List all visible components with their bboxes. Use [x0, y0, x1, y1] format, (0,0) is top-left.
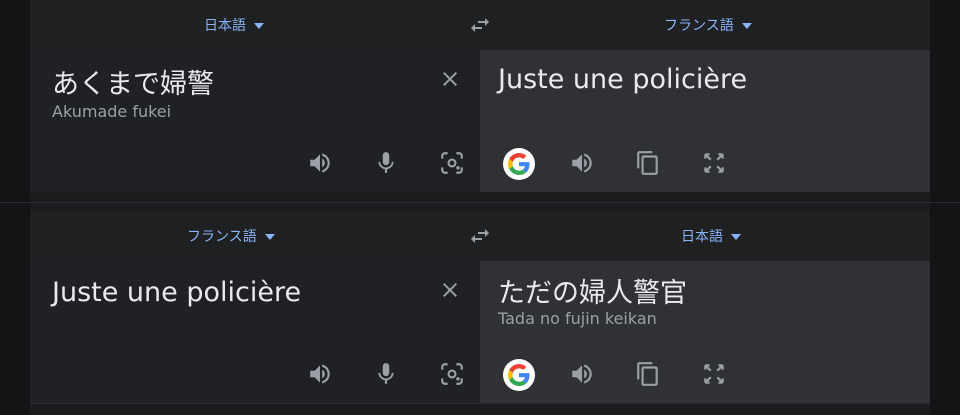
dropdown-arrow-icon	[254, 23, 264, 29]
right-margin	[930, 0, 960, 415]
language-bar: フランス語 日本語	[30, 211, 930, 261]
microphone-icon[interactable]	[373, 361, 399, 387]
swap-languages-icon[interactable]	[468, 13, 492, 37]
target-language-selector[interactable]: フランス語	[664, 0, 752, 50]
dropdown-arrow-icon	[741, 23, 752, 29]
translated-text: Juste une policière	[498, 64, 748, 95]
google-logo-icon[interactable]	[503, 359, 535, 391]
translation-pane: Juste une policière	[480, 50, 930, 192]
translation-pane: ただの婦人警官 Tada no fujin keikan	[480, 261, 930, 403]
card-divider	[0, 202, 960, 203]
speaker-icon[interactable]	[569, 361, 595, 387]
source-romanization: Akumade fukei	[52, 102, 172, 121]
source-language-label: フランス語	[187, 229, 257, 245]
source-language-label: 日本語	[204, 18, 246, 34]
source-pane: Juste une policière	[30, 261, 480, 403]
target-language-selector[interactable]: 日本語	[681, 211, 741, 261]
translation-card-2: フランス語 日本語 Juste une policière ただの婦人警官 Ta	[30, 211, 930, 403]
speaker-icon[interactable]	[307, 361, 333, 387]
dropdown-arrow-icon	[731, 234, 741, 240]
microphone-icon[interactable]	[373, 150, 399, 176]
copy-icon[interactable]	[635, 361, 661, 387]
fullscreen-icon[interactable]	[701, 150, 727, 176]
target-language-label: フランス語	[664, 18, 734, 34]
bottom-divider	[30, 403, 930, 404]
translated-text: ただの婦人警官	[498, 278, 687, 309]
target-language-label: 日本語	[681, 229, 723, 245]
fullscreen-icon[interactable]	[701, 361, 727, 387]
copy-icon[interactable]	[635, 150, 661, 176]
source-text[interactable]: Juste une policière	[52, 277, 301, 308]
translation-card-1: 日本語 フランス語 あくまで婦警 Akumade fukei Juste une	[30, 0, 930, 192]
left-margin	[0, 0, 30, 415]
source-pane: あくまで婦警 Akumade fukei	[30, 50, 480, 192]
speaker-icon[interactable]	[569, 150, 595, 176]
source-language-selector[interactable]: 日本語	[204, 0, 264, 50]
language-bar: 日本語 フランス語	[30, 0, 930, 50]
camera-icon[interactable]	[439, 361, 465, 387]
source-language-selector[interactable]: フランス語	[187, 211, 275, 261]
swap-languages-icon[interactable]	[468, 224, 492, 248]
close-icon[interactable]	[438, 278, 462, 302]
google-logo-icon[interactable]	[503, 148, 535, 180]
speaker-icon[interactable]	[307, 150, 333, 176]
source-text[interactable]: あくまで婦警	[52, 62, 214, 101]
dropdown-arrow-icon	[264, 234, 275, 240]
close-icon[interactable]	[438, 67, 462, 91]
camera-icon[interactable]	[439, 150, 465, 176]
translation-romanization: Tada no fujin keikan	[498, 309, 657, 328]
